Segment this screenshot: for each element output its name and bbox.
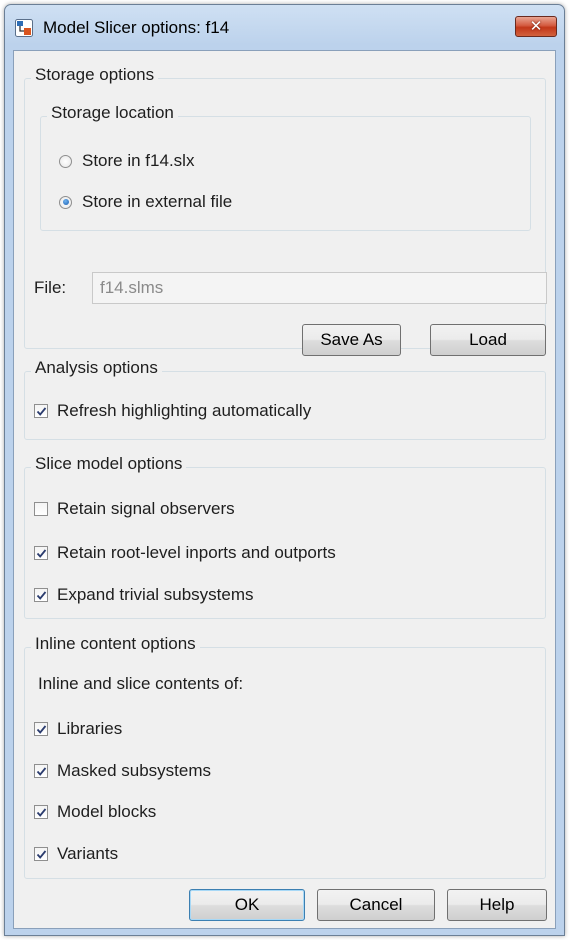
dialog-content: Storage options Storage location Store i… <box>13 50 556 929</box>
title-bar[interactable]: Model Slicer options: f14 ✕ <box>5 5 564 49</box>
close-button[interactable]: ✕ <box>515 16 557 37</box>
checkbox-retain-root-ports[interactable]: Retain root-level inports and outports <box>34 541 336 565</box>
checkbox-checked-icon <box>34 404 48 418</box>
checkbox-masked-subsystems[interactable]: Masked subsystems <box>34 759 211 783</box>
storage-options-group: Storage options Storage location Store i… <box>24 65 547 356</box>
radio-store-in-slx[interactable]: Store in f14.slx <box>59 149 194 173</box>
storage-location-label: Storage location <box>47 103 178 123</box>
analysis-options-label: Analysis options <box>31 358 162 378</box>
simulink-app-icon <box>15 19 33 37</box>
inline-content-options-label: Inline content options <box>31 634 200 654</box>
dialog-window: Model Slicer options: f14 ✕ Storage opti… <box>4 4 565 936</box>
radio-unchecked-icon <box>59 154 72 168</box>
checkbox-model-blocks[interactable]: Model blocks <box>34 800 156 824</box>
checkbox-retain-signal-observers[interactable]: Retain signal observers <box>34 497 235 521</box>
expand-trivial-label: Expand trivial subsystems <box>57 585 254 604</box>
radio-store-in-slx-label: Store in f14.slx <box>82 151 195 170</box>
help-button[interactable]: Help <box>447 889 547 921</box>
refresh-highlighting-label: Refresh highlighting automatically <box>57 401 312 420</box>
checkbox-unchecked-icon <box>34 502 48 516</box>
analysis-options-group: Analysis options Refresh highlighting au… <box>24 358 546 440</box>
checkbox-variants[interactable]: Variants <box>34 842 118 866</box>
cancel-button[interactable]: Cancel <box>317 889 435 921</box>
radio-store-external[interactable]: Store in external file <box>59 190 232 214</box>
inline-subtitle: Inline and slice contents of: <box>38 674 244 693</box>
ok-button[interactable]: OK <box>189 889 305 921</box>
checkbox-checked-icon <box>34 722 48 736</box>
masked-subsystems-label: Masked subsystems <box>57 761 211 780</box>
save-as-button[interactable]: Save As <box>302 324 401 356</box>
retain-root-ports-label: Retain root-level inports and outports <box>57 543 336 562</box>
checkbox-checked-icon <box>34 588 48 602</box>
window-title: Model Slicer options: f14 <box>43 18 230 37</box>
variants-label: Variants <box>57 844 119 863</box>
radio-checked-icon <box>59 195 72 209</box>
file-label: File: <box>34 278 67 297</box>
checkbox-checked-icon <box>34 546 48 560</box>
checkbox-checked-icon <box>34 764 48 778</box>
retain-signal-observers-label: Retain signal observers <box>57 499 235 518</box>
slice-model-options-group: Slice model options Retain signal observ… <box>24 454 546 619</box>
close-icon: ✕ <box>529 18 543 35</box>
file-field[interactable]: f14.slms <box>92 272 547 304</box>
checkbox-expand-trivial[interactable]: Expand trivial subsystems <box>34 583 254 607</box>
checkbox-libraries[interactable]: Libraries <box>34 717 122 741</box>
model-blocks-label: Model blocks <box>57 802 157 821</box>
checkbox-checked-icon <box>34 805 48 819</box>
inline-content-options-group: Inline content options Inline and slice … <box>24 634 546 879</box>
libraries-label: Libraries <box>57 719 123 738</box>
storage-options-label: Storage options <box>31 65 159 85</box>
radio-store-external-label: Store in external file <box>82 192 233 211</box>
checkbox-refresh-highlighting[interactable]: Refresh highlighting automatically <box>34 399 311 423</box>
storage-location-group: Storage location Store in f14.slx Store … <box>40 103 531 231</box>
slice-model-options-label: Slice model options <box>31 454 187 474</box>
checkbox-checked-icon <box>34 847 48 861</box>
load-button[interactable]: Load <box>430 324 546 356</box>
